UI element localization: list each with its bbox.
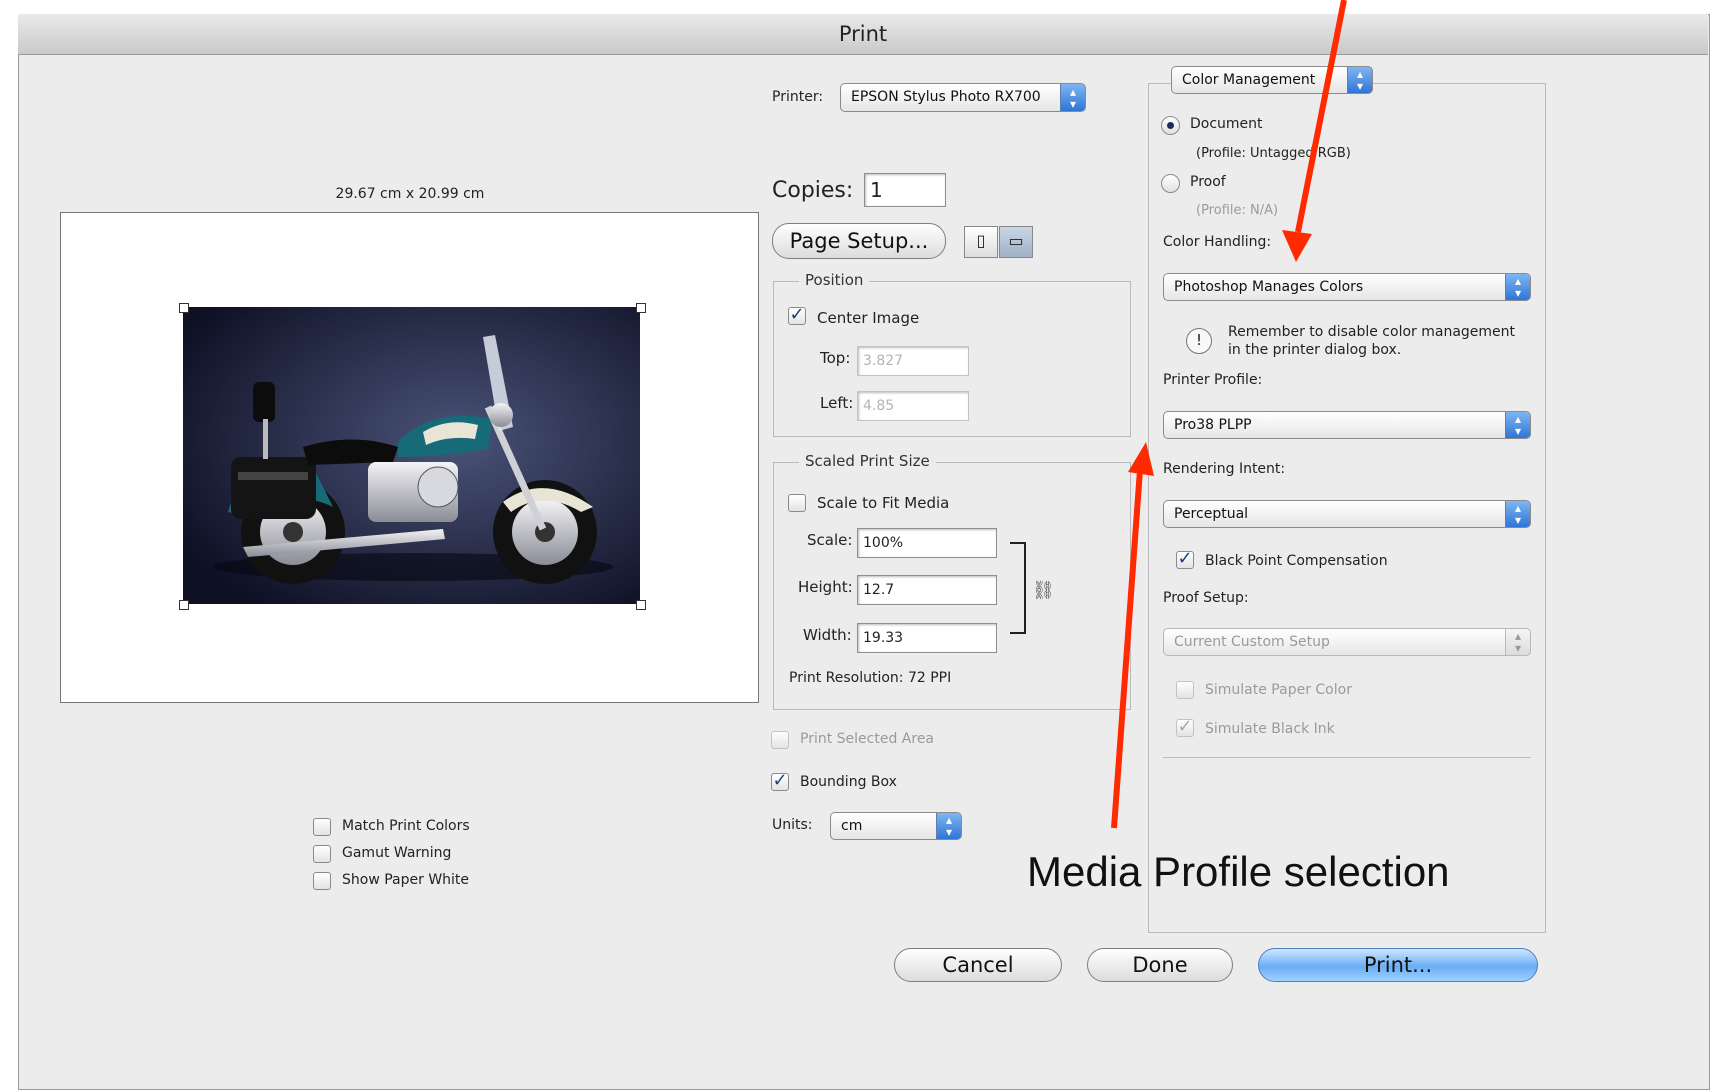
- arrowhead-down-icon: [1282, 230, 1312, 262]
- annotation-arrows: [1111, 0, 1347, 829]
- arrow-to-printer-profile: [1111, 469, 1143, 829]
- arrow-to-color-handling: [1295, 0, 1347, 233]
- arrowhead-up-icon: [1128, 442, 1154, 476]
- annotation-label: Media Profile selection: [1027, 848, 1450, 895]
